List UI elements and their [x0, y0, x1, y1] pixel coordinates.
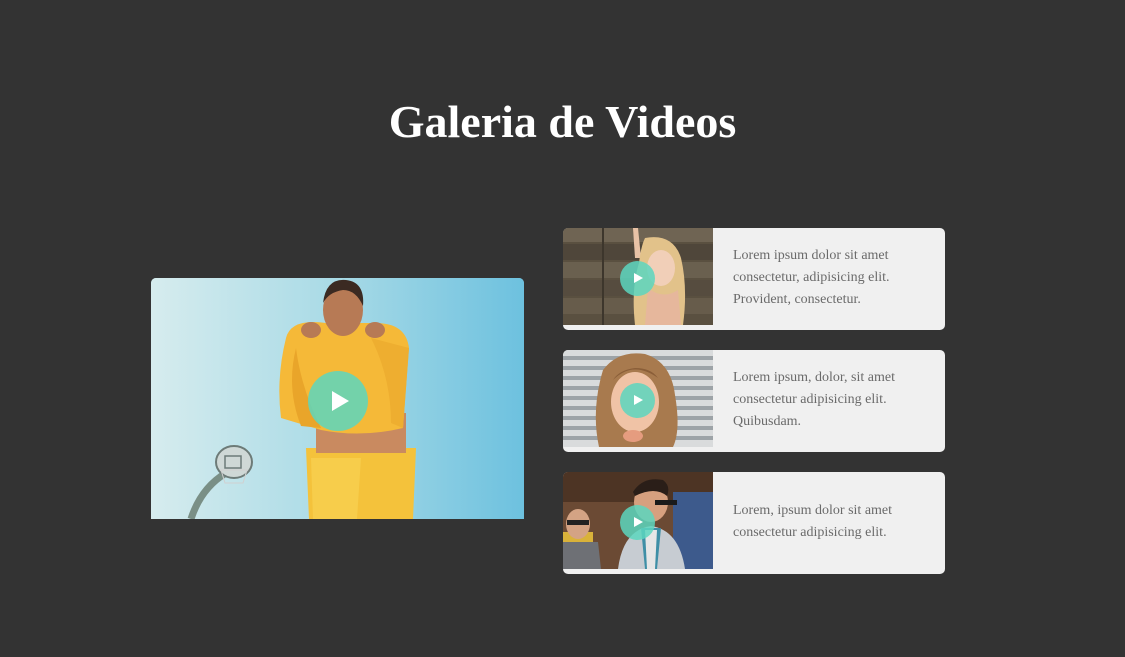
main-video-play-icon[interactable] [308, 371, 368, 431]
play-icon[interactable] [620, 505, 655, 540]
video-description: Lorem ipsum, dolor, sit amet consectetur… [733, 370, 895, 429]
video-card[interactable]: Lorem ipsum dolor sit amet consectetur, … [563, 228, 945, 330]
video-card[interactable]: Lorem ipsum, dolor, sit amet consectetur… [563, 350, 945, 452]
video-description: Lorem ipsum dolor sit amet consectetur, … [733, 248, 890, 307]
video-card[interactable]: Lorem, ipsum dolor sit amet consectetur … [563, 472, 945, 574]
page-title: Galeria de Videos [388, 96, 737, 147]
main-video-player[interactable] [151, 278, 524, 519]
play-icon[interactable] [620, 261, 655, 296]
play-icon[interactable] [620, 383, 655, 418]
video-description: Lorem, ipsum dolor sit amet consectetur … [733, 503, 893, 540]
